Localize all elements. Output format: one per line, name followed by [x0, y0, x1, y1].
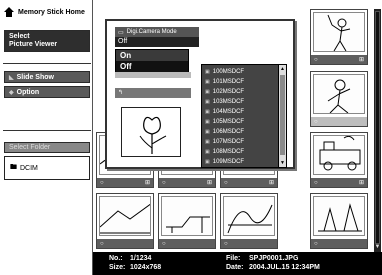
thumbnail-image: [223, 196, 275, 236]
option-off[interactable]: Off: [116, 61, 188, 72]
thumbnail[interactable]: ○ ⊞: [310, 132, 368, 188]
home-button[interactable]: Memory Stick Home: [3, 3, 91, 21]
folder-item[interactable]: ▣ 102MSDCF: [202, 87, 279, 96]
sidebar: Memory Stick Home Select Picture Viewer …: [0, 0, 93, 275]
home-label: Memory Stick Home: [18, 8, 85, 16]
thumbnail-image: [313, 74, 365, 114]
thumbnail[interactable]: ○: [96, 193, 154, 249]
thumbnail-image: [161, 196, 213, 236]
folder-icon: ▣: [205, 68, 210, 75]
select-folder-label: Select Folder: [9, 144, 51, 151]
folder-icon: ▣: [205, 88, 210, 95]
select-folder-button[interactable]: Select Folder: [4, 142, 90, 153]
option-button[interactable]: ◆ Option: [4, 86, 90, 98]
file-label: File:: [226, 255, 241, 262]
thumbnail-caption: ○: [311, 117, 367, 126]
mode-dropdown[interactable]: On Off: [115, 49, 189, 73]
folder-item[interactable]: ▣ 108MSDCF: [202, 147, 279, 156]
picture-viewer-screen: Memory Stick Home Select Picture Viewer …: [0, 0, 382, 275]
number-label: No.:: [109, 255, 123, 262]
folder-item[interactable]: ▣ 109MSDCF: [202, 157, 279, 166]
folder-item[interactable]: ▣ 106MSDCF: [202, 127, 279, 136]
folder-icon: 🖿: [10, 163, 17, 171]
thumbnail[interactable]: ○: [220, 193, 278, 249]
number-value: 1/1234: [130, 255, 152, 262]
thumbnail-image: [99, 196, 151, 236]
thumbnail-caption: ○ ⊞: [159, 178, 215, 187]
info-bar: No.: 1/1234 Size: 1024x768 File: SPJP000…: [93, 252, 382, 275]
slideshow-icon: ◣: [9, 74, 14, 81]
divider: [3, 63, 91, 64]
thumbnail-caption: ○ ⊞: [221, 178, 277, 187]
folder-icon: ▣: [205, 78, 210, 85]
select-label-line1: Select: [9, 33, 30, 40]
folder-icon: ▣: [205, 98, 210, 105]
divider: [3, 130, 91, 131]
option-label: Option: [16, 88, 40, 96]
folder-item[interactable]: ▣ 107MSDCF: [202, 137, 279, 146]
thumbnail[interactable]: ○: [310, 193, 368, 249]
grid-scrollbar[interactable]: ▼: [374, 9, 381, 252]
size-label: Size:: [109, 264, 126, 271]
file-value: SPJP0001.JPG: [249, 255, 299, 262]
digi-camera-mode-dialog: ▭ Digi.Camera Mode Off On Off ↰ ▣ 100MSDC…: [105, 19, 295, 169]
thumbnail-image: [313, 12, 365, 52]
home-icon: [4, 7, 14, 17]
mode-value[interactable]: Off: [115, 37, 199, 47]
slide-show-label: Slide Show: [16, 73, 54, 81]
select-picture-viewer-button[interactable]: Select Picture Viewer: [4, 30, 90, 52]
folder-item[interactable]: ▣ 105MSDCF: [202, 117, 279, 126]
mode-label: Digi.Camera Mode: [126, 29, 177, 35]
scroll-down-icon[interactable]: ▼: [279, 159, 286, 167]
folder-item[interactable]: ▣ 104MSDCF: [202, 107, 279, 116]
preview-image: [121, 107, 181, 157]
thumbnail-image: [313, 135, 365, 175]
thumbnail-caption: ○ ⊞: [311, 55, 367, 64]
scrollbar-thumb[interactable]: [280, 75, 285, 155]
date-value: 2004.JUL.15 12:34PM: [249, 264, 320, 271]
folder-name: DCIM: [20, 164, 38, 172]
folder-icon: ▣: [205, 138, 210, 145]
option-icon: ◆: [9, 89, 14, 96]
hidden-label: [115, 72, 191, 78]
folder-button[interactable]: ↰: [115, 88, 191, 98]
thumbnail-caption: ○ ⊞: [97, 178, 153, 187]
scroll-up-icon[interactable]: ▲: [279, 65, 286, 73]
mode-header: ▭ Digi.Camera Mode: [115, 27, 199, 37]
option-on[interactable]: On: [116, 50, 188, 61]
thumbnail[interactable]: ○: [310, 71, 368, 127]
scrollbar-thumb[interactable]: [375, 11, 380, 244]
size-value: 1024x768: [130, 264, 162, 271]
thumbnail-caption: ○: [311, 239, 367, 248]
thumbnail[interactable]: ○ ⊞: [310, 9, 368, 65]
thumbnail-caption: ○: [159, 239, 215, 248]
folder-item[interactable]: ▣ 101MSDCF: [202, 77, 279, 86]
scroll-down-icon[interactable]: ▼: [374, 244, 381, 251]
folder-icon: ▣: [205, 148, 210, 155]
thumbnail-caption: ○: [97, 239, 153, 248]
folder-icon: ▣: [205, 118, 210, 125]
thumbnail[interactable]: ○: [158, 193, 216, 249]
current-folder-field[interactable]: 🖿 DCIM: [4, 156, 90, 180]
folder-item[interactable]: ▣ 103MSDCF: [202, 97, 279, 106]
select-label-line2: Picture Viewer: [9, 41, 58, 48]
folder-icon: ▣: [205, 158, 210, 165]
folder-icon: ▣: [205, 108, 210, 115]
thumbnail-caption: ○ ⊞: [311, 178, 367, 187]
folder-icon: ↰: [118, 90, 124, 96]
folder-scrollbar[interactable]: ▲ ▼: [278, 65, 286, 167]
date-label: Date:: [226, 264, 244, 271]
folder-item[interactable]: ▣ 100MSDCF: [202, 67, 279, 76]
slide-show-button[interactable]: ◣ Slide Show: [4, 71, 90, 83]
thumbnail-image: [313, 196, 365, 236]
folder-list[interactable]: ▣ 100MSDCF ▣ 101MSDCF ▣ 102MSDCF ▣ 103MSDCF …: [201, 64, 287, 168]
folder-icon: ▣: [205, 128, 210, 135]
camera-icon: ▭: [118, 29, 124, 36]
thumbnail-caption: ○: [221, 239, 277, 248]
